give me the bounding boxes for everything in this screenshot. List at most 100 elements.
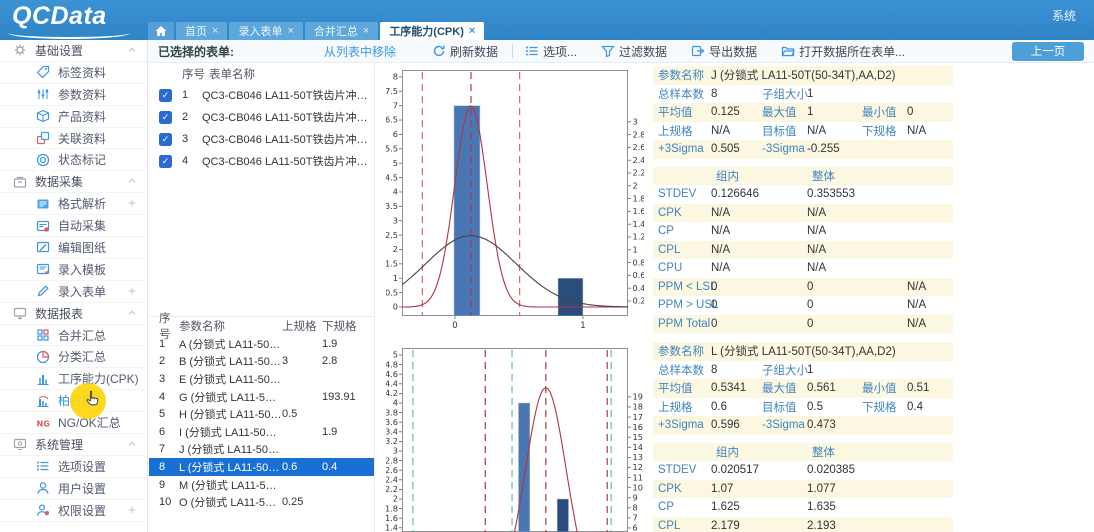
svg-text:11: 11 bbox=[633, 472, 643, 482]
svg-text:1.4: 1.4 bbox=[386, 522, 398, 532]
param-row[interactable]: 6I (分锁式 LA11-50T(50-34...1.9 bbox=[149, 423, 374, 441]
stats-row: CPKN/AN/A bbox=[653, 204, 953, 223]
form-row[interactable]: ✓3QC3-CB046 LA11-50T铁齿片冲压加工-巡检2... bbox=[149, 128, 374, 150]
tab-bar: 首页×录入表单×合并汇总× 工序能力(CPK) × bbox=[148, 22, 484, 40]
previous-page-button[interactable]: 上一页 bbox=[1012, 42, 1084, 61]
filter-data-button[interactable]: 过滤数据 bbox=[601, 43, 667, 60]
tab-首页[interactable]: 首页× bbox=[176, 22, 227, 40]
param-row[interactable]: 2B (分锁式 LA11-50T(50-3...32.8 bbox=[149, 353, 374, 371]
forms-table-header: 序号表单名称 bbox=[149, 63, 374, 84]
svg-text:0.8: 0.8 bbox=[633, 257, 645, 267]
sidebar-nav: 基础设置标签资料参数资料产品资料关联资料状态标记数据采集格式解析自动采集编辑图纸… bbox=[0, 40, 148, 532]
open-source-form-button[interactable]: 打开数据所在表单... bbox=[781, 43, 905, 60]
checkbox-checked-icon[interactable]: ✓ bbox=[159, 133, 172, 146]
sidebar-section-基础设置[interactable]: 基础设置 bbox=[0, 40, 147, 62]
param-row[interactable]: 10O (分锁式 LA11-50T(50-3...0.25 bbox=[149, 493, 374, 511]
svg-text:0.2: 0.2 bbox=[633, 296, 645, 306]
toolbar: 已选择的表单: 从列表中移除 刷新数据 选项... 过滤数据 导出数据 打开数据… bbox=[148, 40, 1094, 63]
plus-icon bbox=[126, 504, 138, 516]
close-icon[interactable]: × bbox=[363, 25, 369, 37]
sidebar-item-产品资料[interactable]: 产品资料 bbox=[0, 106, 147, 128]
stats-row: PPM Total00N/A bbox=[653, 315, 953, 334]
auto-icon bbox=[36, 219, 50, 233]
sidebar-item-工序能力(CPK)[interactable]: 工序能力(CPK) bbox=[0, 368, 147, 390]
sidebar-item-自动采集[interactable]: 自动采集 bbox=[0, 215, 147, 237]
caret-up-icon bbox=[126, 175, 138, 187]
svg-text:2.8: 2.8 bbox=[633, 129, 645, 139]
param-row-selected[interactable]: 8L (分锁式 LA11-50T(50-34...0.60.4 bbox=[149, 458, 374, 476]
export-icon bbox=[691, 44, 705, 58]
svg-text:0.4: 0.4 bbox=[633, 283, 645, 293]
sidebar-item-参数资料[interactable]: 参数资料 bbox=[0, 84, 147, 106]
open-icon bbox=[781, 44, 795, 58]
sidebar-section-系统管理[interactable]: 系统管理 bbox=[0, 434, 147, 456]
param-row[interactable]: 5H (分锁式 LA11-50T(50-3...0.5 bbox=[149, 405, 374, 423]
sidebar-item-选项设置[interactable]: 选项设置 bbox=[0, 456, 147, 478]
report-icon bbox=[13, 306, 27, 320]
sidebar-item-关联资料[interactable]: 关联资料 bbox=[0, 128, 147, 150]
stats-row: 参数名称L (分锁式 LA11-50T(50-34T),AA,D2) bbox=[653, 342, 953, 361]
tab-home[interactable] bbox=[148, 22, 174, 40]
svg-text:3.2: 3.2 bbox=[386, 436, 398, 446]
svg-text:5: 5 bbox=[393, 158, 398, 168]
sidebar-section-数据报表[interactable]: 数据报表 bbox=[0, 303, 147, 325]
cube-icon bbox=[36, 109, 50, 123]
refresh-data-button[interactable]: 刷新数据 bbox=[432, 43, 498, 60]
svg-text:2.8: 2.8 bbox=[386, 455, 398, 465]
options-button[interactable]: 选项... bbox=[525, 43, 577, 60]
param-row[interactable]: 1A (分锁式 LA11-50T(50-3...1.9 bbox=[149, 335, 374, 353]
close-icon[interactable]: × bbox=[287, 25, 293, 37]
param-row[interactable]: 7J (分锁式 LA11-50T(50-34... bbox=[149, 441, 374, 459]
svg-text:2.4: 2.4 bbox=[633, 155, 645, 165]
tag-icon bbox=[36, 65, 50, 79]
export-data-button[interactable]: 导出数据 bbox=[691, 43, 757, 60]
sidebar-item-合并汇总[interactable]: 合并汇总 bbox=[0, 325, 147, 347]
svg-text:12: 12 bbox=[633, 462, 643, 472]
sidebar-item-标签资料[interactable]: 标签资料 bbox=[0, 62, 147, 84]
system-menu[interactable]: 系统 bbox=[1052, 7, 1076, 24]
sidebar-item-录入表单[interactable]: 录入表单 bbox=[0, 281, 147, 303]
tab-录入表单[interactable]: 录入表单× bbox=[229, 22, 302, 40]
stats-row: CPK1.071.077 bbox=[653, 480, 953, 499]
stats-row: STDEV0.1266460.353553 bbox=[653, 185, 953, 204]
svg-text:3: 3 bbox=[393, 215, 398, 225]
stats-row: PPM > USL00N/A bbox=[653, 296, 953, 315]
checkbox-checked-icon[interactable]: ✓ bbox=[159, 89, 172, 102]
checkbox-checked-icon[interactable]: ✓ bbox=[159, 155, 172, 168]
sidebar-item-权限设置[interactable]: 权限设置 bbox=[0, 500, 147, 522]
svg-text:3.4: 3.4 bbox=[386, 426, 398, 436]
tab-合并汇总[interactable]: 合并汇总× bbox=[305, 22, 378, 40]
sidebar-item-格式解析[interactable]: 格式解析 bbox=[0, 193, 147, 215]
param-row[interactable]: 3E (分锁式 LA11-50T(50-3... bbox=[149, 370, 374, 388]
stats-panel-param-J: 参数名称J (分锁式 LA11-50T(50-34T),AA,D2)总样本数8子… bbox=[653, 66, 953, 333]
sidebar-item-编辑图纸[interactable]: 编辑图纸 bbox=[0, 237, 147, 259]
stats-row: +3Sigma0.505-3Sigma-0.255 bbox=[653, 140, 953, 159]
form-row[interactable]: ✓2QC3-CB046 LA11-50T铁齿片冲压加工-巡检2... bbox=[149, 106, 374, 128]
pareto-icon bbox=[36, 394, 50, 408]
selected-forms-label: 已选择的表单: bbox=[158, 43, 234, 60]
sidebar-item-NG/OK汇总[interactable]: NGNG/OK汇总 bbox=[0, 412, 147, 434]
close-icon[interactable]: × bbox=[212, 25, 218, 37]
selected-forms-table: 序号表单名称✓1QC3-CB046 LA11-50T铁齿片冲压加工-巡检2...… bbox=[149, 63, 374, 313]
form-row[interactable]: ✓4QC3-CB046 LA11-50T铁齿片冲压加工-巡检2... bbox=[149, 150, 374, 172]
svg-text:7: 7 bbox=[393, 100, 398, 110]
tab-工序能力(CPK)[interactable]: 工序能力(CPK) × bbox=[380, 22, 484, 40]
sidebar-section-数据采集[interactable]: 数据采集 bbox=[0, 171, 147, 193]
close-icon[interactable]: × bbox=[469, 25, 475, 37]
svg-text:2.6: 2.6 bbox=[633, 142, 645, 152]
sidebar-item-录入模板[interactable]: 录入模板 bbox=[0, 259, 147, 281]
sidebar-item-状态标记[interactable]: 状态标记 bbox=[0, 149, 147, 171]
checkbox-checked-icon[interactable]: ✓ bbox=[159, 111, 172, 124]
svg-text:3.5: 3.5 bbox=[386, 201, 398, 211]
sidebar-item-分类汇总[interactable]: 分类汇总 bbox=[0, 346, 147, 368]
svg-text:19: 19 bbox=[633, 392, 643, 402]
svg-text:6: 6 bbox=[393, 129, 398, 139]
sidebar-item-用户设置[interactable]: 用户设置 bbox=[0, 478, 147, 500]
svg-text:1: 1 bbox=[580, 321, 585, 330]
remove-from-list-link[interactable]: 从列表中移除 bbox=[324, 43, 396, 60]
tab-label: 工序能力(CPK) bbox=[389, 23, 464, 39]
svg-text:0: 0 bbox=[452, 321, 457, 330]
param-row[interactable]: 9M (分锁式 LA11-50T(50-3... bbox=[149, 476, 374, 494]
param-row[interactable]: 4G (分锁式 LA11-50T(50-3...193.91 bbox=[149, 388, 374, 406]
form-row[interactable]: ✓1QC3-CB046 LA11-50T铁齿片冲压加工-巡检2... bbox=[149, 84, 374, 106]
